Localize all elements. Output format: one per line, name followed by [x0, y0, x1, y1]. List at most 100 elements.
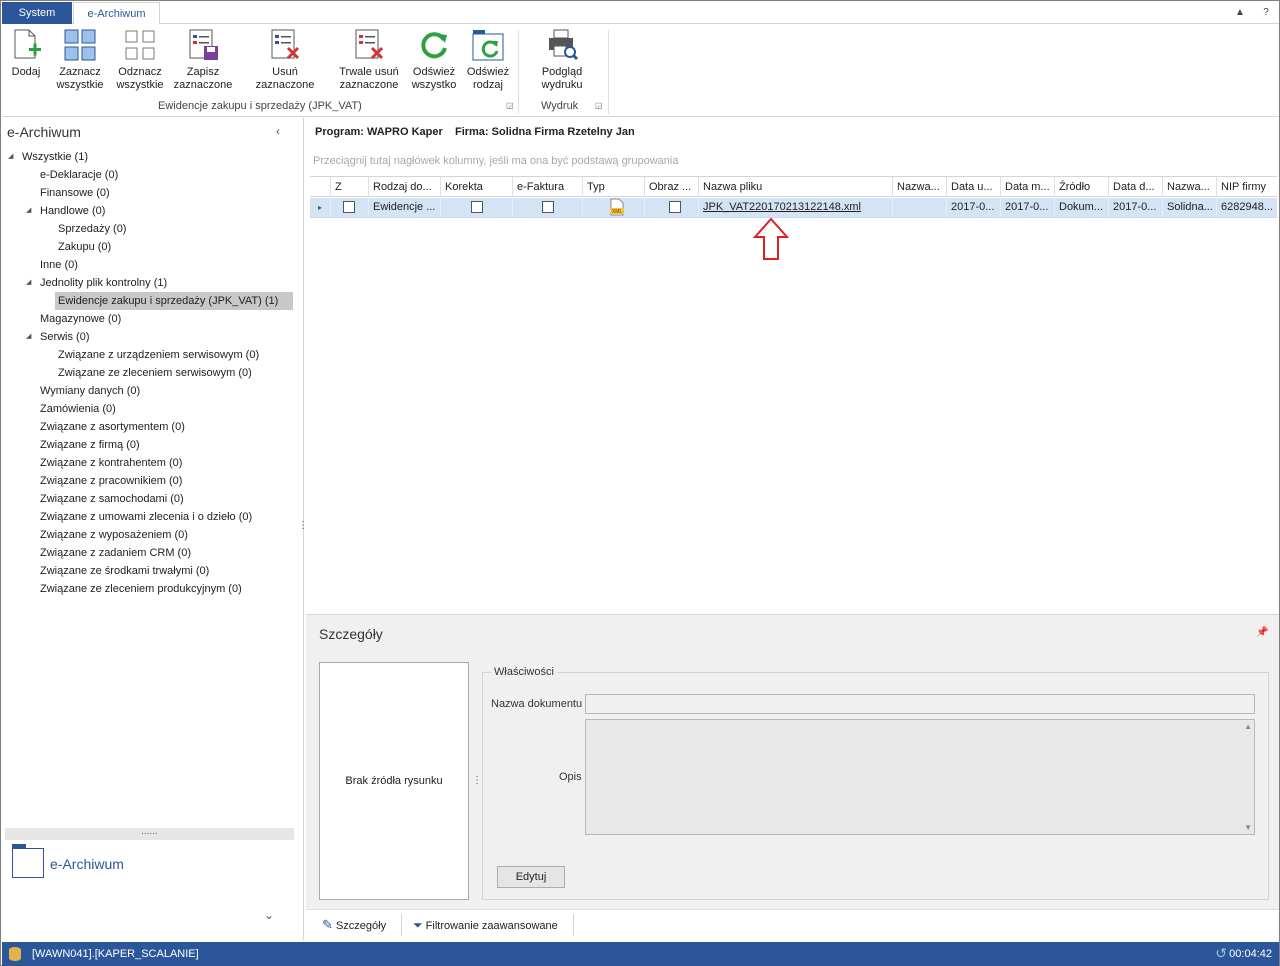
cell-typ: XML: [582, 198, 644, 217]
col-header-zrodlo[interactable]: Źródło: [1054, 177, 1108, 197]
col-header-efaktura[interactable]: e-Faktura: [512, 177, 582, 197]
cell-z[interactable]: [330, 198, 368, 217]
delete-selected-button[interactable]: Usuń zaznaczone: [242, 28, 328, 92]
tree-item-zamowienia[interactable]: Zamówienia (0): [40, 400, 116, 418]
tab-advanced-filter[interactable]: ⏷ Filtrowanie zaawansowane: [413, 917, 558, 934]
row-indicator-icon: ▸: [318, 203, 323, 212]
nav-earchiwum-button[interactable]: e-Archiwum: [12, 844, 212, 884]
col-header-obraz[interactable]: Obraz ...: [644, 177, 698, 197]
tree-item-handlowe[interactable]: Handlowe (0): [40, 202, 105, 220]
expand-caret-icon[interactable]: ◢: [26, 202, 31, 220]
chevron-down-icon[interactable]: ⌄: [264, 908, 274, 922]
save-selected-button[interactable]: Zapisz zaznaczone: [172, 28, 234, 92]
tab-separator: [401, 914, 402, 936]
tree-item-srodki-trwale[interactable]: Związane ze środkami trwałymi (0): [40, 562, 209, 580]
scroll-down-icon[interactable]: ▼: [1244, 823, 1252, 832]
tree-item-crm[interactable]: Związane z zadaniem CRM (0): [40, 544, 191, 562]
expand-caret-icon[interactable]: ◢: [8, 148, 13, 166]
select-all-button[interactable]: Zaznacz wszystkie: [52, 28, 108, 92]
program-firm-line: Program: WAPRO Kaper Firma: Solidna Firm…: [315, 126, 635, 138]
col-header-typ[interactable]: Typ: [582, 177, 644, 197]
cell-nazwa: [892, 198, 946, 217]
refresh-folder-icon: [471, 28, 505, 62]
col-header-nip[interactable]: NIP firmy: [1216, 177, 1277, 197]
tree-item-wszystkie[interactable]: Wszystkie (1): [22, 148, 88, 166]
tree-item-zlecenie-produkcyjne[interactable]: Związane ze zleceniem produkcyjnym (0): [40, 580, 242, 598]
tree-item-umowy[interactable]: Związane z umowami zlecenia i o dzieło (…: [40, 508, 252, 526]
tree-item-jpk[interactable]: Jednolity plik kontrolny (1): [40, 274, 167, 292]
panel-splitter-handle[interactable]: ⋮: [298, 520, 308, 536]
expand-caret-icon[interactable]: ◢: [26, 328, 31, 346]
add-button[interactable]: Dodaj: [8, 28, 44, 79]
permanently-delete-button[interactable]: Trwale usuń zaznaczone: [336, 28, 402, 92]
properties-group: Właściwości Nazwa dokumentu Opis ▲ ▼ Edy…: [482, 666, 1269, 900]
tree-item-wymiany-danych[interactable]: Wymiany danych (0): [40, 382, 140, 400]
pin-icon[interactable]: 📌: [1256, 627, 1268, 638]
tree-item-magazynowe[interactable]: Magazynowe (0): [40, 310, 121, 328]
scroll-up-icon[interactable]: ▲: [1244, 722, 1252, 731]
app-window: System e-Archiwum ▲ ? Dodaj Zaznacz wszy…: [0, 0, 1280, 966]
refresh-all-label: Odśwież wszystko: [411, 66, 457, 91]
group-by-panel[interactable]: Przeciągnij tutaj nagłówek kolumny, jeśl…: [313, 155, 678, 167]
tree-item-serwis-zlecenie[interactable]: Związane ze zleceniem serwisowym (0): [58, 364, 252, 382]
print-group-launcher-icon[interactable]: ◲: [595, 102, 603, 110]
tree-item-sprzedazy[interactable]: Sprzedaży (0): [58, 220, 126, 238]
col-header-z[interactable]: Z: [330, 177, 368, 197]
file-name-link[interactable]: JPK_VAT220170213122148.xml: [703, 201, 861, 213]
tree-item-pracownik[interactable]: Związane z pracownikiem (0): [40, 472, 182, 490]
tree-item-zakupu[interactable]: Zakupu (0): [58, 238, 111, 256]
group-launcher-icon[interactable]: ◲: [506, 102, 514, 110]
details-splitter-handle[interactable]: ⋮: [472, 775, 482, 786]
efaktura-checkbox: [542, 201, 554, 213]
tree-item-kontrahent[interactable]: Związane z kontrahentem (0): [40, 454, 182, 472]
tab-separator: [573, 914, 574, 936]
tree-item-inne[interactable]: Inne (0): [40, 256, 78, 274]
help-icon[interactable]: ?: [1258, 5, 1274, 21]
col-header-nazwa[interactable]: Nazwa...: [892, 177, 946, 197]
tree-item-jpk-vat-selected[interactable]: Ewidencje zakupu i sprzedaży (JPK_VAT) (…: [55, 292, 293, 310]
cell-nazwa-pliku[interactable]: JPK_VAT220170213122148.xml: [698, 198, 892, 217]
ribbon-collapse-icon[interactable]: ▲: [1232, 5, 1248, 21]
collapse-panel-icon[interactable]: ‹: [276, 124, 280, 138]
tree-item-finansowe[interactable]: Finansowe (0): [40, 184, 110, 202]
tab-details[interactable]: ✎ Szczegóły: [322, 917, 386, 934]
deselect-all-icon: [123, 28, 157, 62]
edit-button[interactable]: Edytuj: [497, 866, 565, 888]
col-header-rodzaj[interactable]: Rodzaj do...: [368, 177, 440, 197]
col-header-data-u[interactable]: Data u...: [946, 177, 1000, 197]
print-preview-icon: [545, 28, 579, 62]
tree-item-asortyment[interactable]: Związane z asortymentem (0): [40, 418, 185, 436]
refresh-type-button[interactable]: Odśwież rodzaj: [462, 28, 514, 92]
refresh-all-button[interactable]: Odśwież wszystko: [406, 28, 462, 92]
col-header-data-d[interactable]: Data d...: [1108, 177, 1162, 197]
tree-item-serwis[interactable]: Serwis (0): [40, 328, 90, 346]
row-select-checkbox[interactable]: [343, 201, 355, 213]
left-navigation-panel: e-Archiwum ‹ ◢ Wszystkie (1) e-Deklaracj…: [2, 118, 308, 940]
bottom-tabbar: ✎ Szczegóły ⏷ Filtrowanie zaawansowane: [306, 909, 1279, 939]
folder-icon: [12, 844, 44, 878]
tree-item-wyposazenie[interactable]: Związane z wyposażeniem (0): [40, 526, 188, 544]
col-header-data-m[interactable]: Data m...: [1000, 177, 1054, 197]
col-header-nazwa-pliku[interactable]: Nazwa pliku: [698, 177, 892, 197]
deselect-all-button[interactable]: Odznacz wszystkie: [112, 28, 168, 92]
nav-splitter-handle[interactable]: ......: [5, 827, 294, 840]
ribbon-separator: [518, 30, 519, 114]
expand-caret-icon[interactable]: ◢: [26, 274, 31, 292]
col-header-nazwa-firmy[interactable]: Nazwa...: [1162, 177, 1216, 197]
main-grid-area: Program: WAPRO Kaper Firma: Solidna Firm…: [306, 118, 1279, 610]
cell-nip: 6282948...: [1216, 198, 1277, 217]
pencil-icon: ✎: [322, 917, 333, 932]
delete-list-icon: [268, 28, 302, 62]
tab-earchiwum[interactable]: e-Archiwum: [73, 2, 160, 25]
tab-system[interactable]: System: [2, 2, 72, 24]
print-preview-button[interactable]: Podgląd wydruku: [534, 28, 590, 92]
deselect-all-label: Odznacz wszystkie: [116, 66, 164, 91]
tree-item-samochody[interactable]: Związane z samochodami (0): [40, 490, 184, 508]
table-row[interactable]: ▸ Ewidencje ... XML JPK_VAT2201702131221…: [310, 198, 1277, 218]
permanent-delete-icon: [352, 28, 386, 62]
tree-item-serwis-urzadzenie[interactable]: Związane z urządzeniem serwisowym (0): [58, 346, 259, 364]
tree-item-e-deklaracje[interactable]: e-Deklaracje (0): [40, 166, 118, 184]
details-panel: Szczegóły 📌 Brak źródła rysunku ⋮ Właści…: [306, 614, 1279, 909]
tree-item-firma[interactable]: Związane z firmą (0): [40, 436, 140, 454]
col-header-korekta[interactable]: Korekta: [440, 177, 512, 197]
